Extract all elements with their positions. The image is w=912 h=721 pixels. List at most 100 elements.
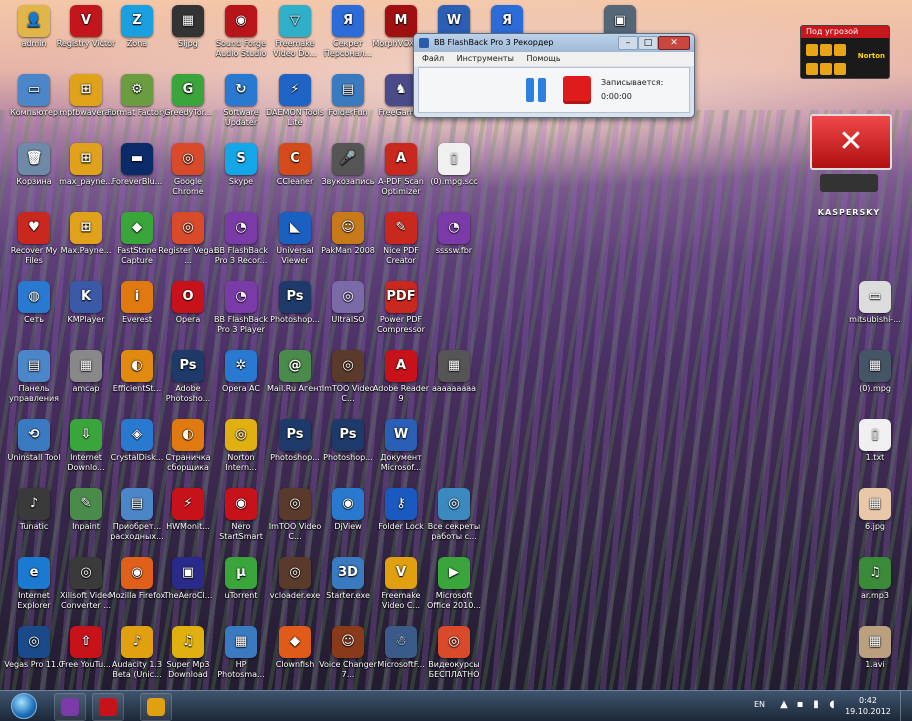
desktop-icon[interactable]: ◔ ssssw.fbr: [424, 212, 484, 278]
desktop-icon[interactable]: ▤ Панель управления: [4, 350, 64, 416]
desktop-icon[interactable]: ◉ DjView: [318, 488, 378, 554]
system-clock[interactable]: 0:42 19.10.2012: [842, 695, 894, 717]
desktop-icon[interactable]: ◎ Все секреты работы с...: [424, 488, 484, 554]
desktop-icon[interactable]: ▦ 6.jpg: [845, 488, 905, 554]
desktop-icon[interactable]: ◉ Sound Forge Audio Studio: [211, 5, 271, 71]
desktop-icon[interactable]: ◎ Google Chrome: [158, 143, 218, 209]
desktop-icon[interactable]: ▦ 1.avi: [845, 626, 905, 692]
desktop-icon[interactable]: 👤 admin: [4, 5, 64, 71]
menu-file[interactable]: Файл: [422, 54, 444, 63]
desktop-icon[interactable]: Ps Photoshop...: [265, 281, 325, 347]
norton-feature-icon[interactable]: [820, 44, 832, 56]
desktop-icon[interactable]: Ps Photoshop...: [265, 419, 325, 485]
desktop-icon[interactable]: ▦ (0).mpg: [845, 350, 905, 416]
desktop-icon[interactable]: Ps Photoshop...: [318, 419, 378, 485]
desktop-icon[interactable]: ♥ Recover My Files: [4, 212, 64, 278]
desktop-icon[interactable]: O Opera: [158, 281, 218, 347]
desktop-icon[interactable]: ◐ Страничка сборщика: [158, 419, 218, 485]
desktop-icon[interactable]: ♫ Super Mp3 Download: [158, 626, 218, 692]
desktop-icon[interactable]: Ps Adobe Photosho...: [158, 350, 218, 416]
menu-help[interactable]: Помощь: [526, 54, 560, 63]
desktop-icon[interactable]: PDF Power PDF Compressor: [371, 281, 431, 347]
desktop-icon[interactable]: ◔ BB FlashBack Pro 3 Recor...: [211, 212, 271, 278]
tray-app-icon[interactable]: ▪: [794, 699, 806, 711]
stop-button[interactable]: [563, 76, 591, 104]
start-button[interactable]: [4, 692, 44, 720]
desktop-icon[interactable]: W Документ Microsof...: [371, 419, 431, 485]
desktop-icon[interactable]: ♪ Tunatic: [4, 488, 64, 554]
desktop-icon[interactable]: ◉ Nero StartSmart: [211, 488, 271, 554]
desktop-icon[interactable]: 🗑 Корзина: [4, 143, 64, 209]
desktop-icon[interactable]: ↻ Software Updater: [211, 74, 271, 140]
desktop-icon[interactable]: V Freemake Video C...: [371, 557, 431, 623]
language-indicator[interactable]: EN: [754, 700, 765, 709]
desktop-icon[interactable]: ⟲ Uninstall Tool: [4, 419, 64, 485]
kaspersky-alert-screen[interactable]: ✕: [810, 114, 892, 170]
desktop-icon[interactable]: e Internet Explorer: [4, 557, 64, 623]
taskbar-kaspersky[interactable]: [92, 693, 124, 721]
desktop-icon[interactable]: @ Mail.Ru Агент: [265, 350, 325, 416]
desktop-icon[interactable]: ▭ Компьютер: [4, 74, 64, 140]
desktop-icon[interactable]: Я Секрет Персонал...: [318, 5, 378, 71]
desktop-icon[interactable]: ▭ mitsubishi-...: [845, 281, 905, 347]
desktop-icon[interactable]: ◆ Clownfish: [265, 626, 325, 692]
desktop-icon[interactable]: S Skype: [211, 143, 271, 209]
desktop-icon[interactable]: ◣ Universal Viewer: [265, 212, 325, 278]
network-icon[interactable]: ▮: [810, 699, 822, 711]
desktop-icon[interactable]: ▯ (0).mpg.scc: [424, 143, 484, 209]
kaspersky-gadget[interactable]: ✕ KASPERSKY: [806, 112, 892, 227]
show-desktop-button[interactable]: [900, 691, 912, 721]
desktop-icon[interactable]: ▦ ааааааааа: [424, 350, 484, 416]
desktop-icon[interactable]: ▶ Microsoft Office 2010...: [424, 557, 484, 623]
taskbar-flashback-recorder[interactable]: [140, 693, 172, 721]
desktop-icon[interactable]: G GreedyTor...: [158, 74, 218, 140]
norton-widget[interactable]: Под угрозой Norton: [800, 25, 890, 79]
desktop-icon[interactable]: A A-PDF Scan Optimizer: [371, 143, 431, 209]
desktop-icon[interactable]: A Adobe Reader 9: [371, 350, 431, 416]
taskbar-flashback-player[interactable]: [54, 693, 86, 721]
desktop-icon[interactable]: ◔ BB FlashBack Pro 3 Player: [211, 281, 271, 347]
desktop-icon[interactable]: ⚡ HWMonit...: [158, 488, 218, 554]
desktop-icon[interactable]: ▦ Sljpg: [158, 5, 218, 71]
norton-feature-icon[interactable]: [806, 44, 818, 56]
minimize-button[interactable]: –: [618, 36, 638, 50]
desktop-icon[interactable]: ◎ Register Vegas ...: [158, 212, 218, 278]
flashback-recorder-window[interactable]: BB FlashBack Pro 3 Рекордер – □ ✕ Файл И…: [413, 33, 695, 118]
desktop-icon[interactable]: ✎ Nice PDF Creator: [371, 212, 431, 278]
desktop-icon[interactable]: ▦ HP Photosma...: [211, 626, 271, 692]
norton-feature-icon[interactable]: [806, 63, 818, 75]
desktop-icon[interactable]: ◎ vcloader.exe: [265, 557, 325, 623]
pause-button[interactable]: [523, 76, 549, 104]
norton-feature-icon[interactable]: [820, 63, 832, 75]
desktop-icon[interactable]: µ uTorrent: [211, 557, 271, 623]
desktop-icon[interactable]: ☃ MicrosoftF...: [371, 626, 431, 692]
desktop-icon[interactable]: 3D Starter.exe: [318, 557, 378, 623]
desktop-icon[interactable]: ◎ ImTOO Video C...: [318, 350, 378, 416]
desktop-icon[interactable]: ▤ FolderFun: [318, 74, 378, 140]
desktop-icon[interactable]: ▯ 1.txt: [845, 419, 905, 485]
desktop-icon[interactable]: ⚡ DAEMON Tools Lite: [265, 74, 325, 140]
desktop-icon[interactable]: ◎ UltraISO: [318, 281, 378, 347]
desktop-icon[interactable]: ☺ Voice Changer 7...: [318, 626, 378, 692]
menu-tools[interactable]: Инструменты: [457, 54, 514, 63]
desktop-icon[interactable]: ◍ Сеть: [4, 281, 64, 347]
close-button[interactable]: ✕: [658, 36, 690, 50]
desktop-icon[interactable]: ☺ PakMan 2008: [318, 212, 378, 278]
desktop-icon[interactable]: ▣ TheAeroCl...: [158, 557, 218, 623]
maximize-button[interactable]: □: [638, 36, 658, 50]
desktop-icon[interactable]: 🎤 Звукозапись: [318, 143, 378, 209]
window-titlebar[interactable]: BB FlashBack Pro 3 Рекордер – □ ✕: [414, 34, 694, 52]
desktop-icon[interactable]: ✲ Opera AC: [211, 350, 271, 416]
desktop-icon[interactable]: ♫ ar.mp3: [845, 557, 905, 623]
norton-feature-icon[interactable]: [834, 63, 846, 75]
tray-expand-icon[interactable]: ▲: [778, 699, 790, 711]
norton-feature-icon[interactable]: [834, 44, 846, 56]
desktop-icon[interactable]: ◎ Vegas Pro 11.0: [4, 626, 64, 692]
desktop-icon[interactable]: ◎ ImTOO Video C...: [265, 488, 325, 554]
desktop-icon[interactable]: C CCleaner: [265, 143, 325, 209]
desktop-icon[interactable]: ◎ Видеокурсы БЕСПЛАТНО: [424, 626, 484, 692]
desktop-icon[interactable]: ◎ Norton Intern...: [211, 419, 271, 485]
kaspersky-toolbar[interactable]: [820, 174, 878, 192]
desktop-icon[interactable]: ▽ Freemake Video Do...: [265, 5, 325, 71]
volume-icon[interactable]: ◖: [826, 699, 838, 711]
